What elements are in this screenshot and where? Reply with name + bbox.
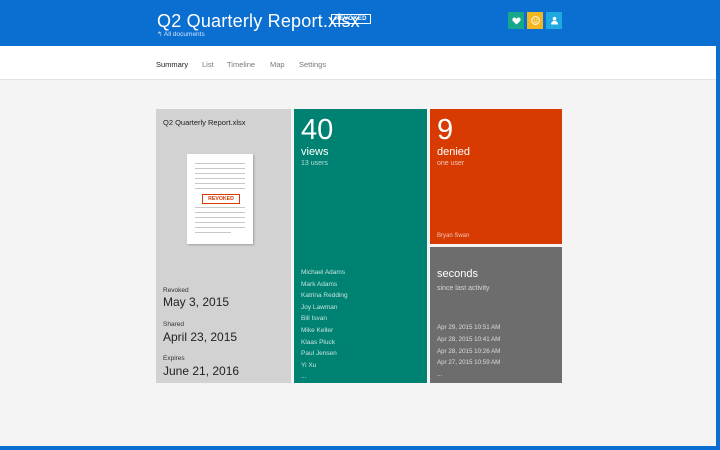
activity-list: Apr 29, 2015 10:51 AM Apr 28, 2015 10:41…: [437, 322, 500, 381]
smiley-icon: [530, 16, 540, 25]
document-title: Q2 Quarterly Report.xlsx: [157, 11, 360, 31]
list-item[interactable]: Apr 27, 2015 10:59 AM: [437, 357, 500, 369]
list-item[interactable]: Paul Jensen: [301, 348, 348, 360]
list-more[interactable]: ...: [437, 369, 500, 381]
denied-label: denied: [437, 146, 471, 158]
list-item[interactable]: Mark Adams: [301, 279, 348, 291]
heart-button[interactable]: [508, 12, 524, 29]
back-arrow-icon: ↰: [157, 31, 164, 38]
views-count: 40: [301, 114, 334, 146]
shared-label: Shared: [163, 321, 184, 328]
window-edge: [716, 46, 720, 446]
person-icon: [550, 16, 558, 25]
list-item[interactable]: Klaas Pluck: [301, 337, 348, 349]
seconds-label: seconds: [437, 268, 478, 280]
denied-tile[interactable]: 9 denied one user Bryan Swan: [430, 109, 562, 244]
expires-label: Expires: [163, 355, 185, 362]
expires-date: June 21, 2016: [163, 364, 240, 378]
denied-user-name[interactable]: Bryan Swan: [437, 233, 469, 239]
tab-map[interactable]: Map: [270, 60, 285, 69]
app-header: Q2 Quarterly Report.xlsx REVOKED ↰ All d…: [0, 0, 720, 46]
tab-settings[interactable]: Settings: [299, 60, 326, 69]
list-item[interactable]: Bill Isvan: [301, 313, 348, 325]
revoked-stamp: REVOKED: [202, 194, 240, 204]
breadcrumb-label: All documents: [163, 31, 205, 38]
revoked-label: Revoked: [163, 287, 189, 294]
views-label: views: [301, 146, 329, 158]
breadcrumb[interactable]: ↰ All documents: [157, 30, 205, 38]
list-item[interactable]: Yi Xu: [301, 360, 348, 372]
document-tile[interactable]: Q2 Quarterly Report.xlsx REVOKED Revoked…: [156, 109, 291, 383]
list-item[interactable]: Michael Adams: [301, 267, 348, 279]
list-item[interactable]: Apr 28, 2015 10:26 AM: [437, 346, 500, 358]
revoked-date: May 3, 2015: [163, 295, 230, 309]
bottom-bar: [0, 446, 720, 450]
tab-timeline[interactable]: Timeline: [227, 60, 255, 69]
seconds-sub: since last activity: [437, 285, 490, 292]
denied-users-count: one user: [437, 160, 465, 167]
tab-summary[interactable]: Summary: [156, 60, 188, 69]
tab-bar: Summary List Timeline Map Settings: [0, 46, 720, 80]
person-button[interactable]: [546, 12, 562, 29]
list-more[interactable]: ...: [301, 371, 348, 383]
document-name: Q2 Quarterly Report.xlsx: [163, 118, 246, 127]
list-item[interactable]: Joy Lawman: [301, 302, 348, 314]
tab-list[interactable]: List: [202, 60, 214, 69]
views-users-count: 13 users: [301, 160, 328, 167]
smiley-button[interactable]: [527, 12, 543, 29]
heart-icon: [511, 17, 521, 25]
list-item[interactable]: Katrina Redding: [301, 290, 348, 302]
document-thumbnail: REVOKED: [187, 154, 253, 244]
list-item[interactable]: Apr 29, 2015 10:51 AM: [437, 322, 500, 334]
shared-date: April 23, 2015: [163, 330, 238, 344]
viewer-list: Michael Adams Mark Adams Katrina Redding…: [301, 267, 348, 383]
revoked-badge: REVOKED: [331, 14, 371, 24]
views-tile[interactable]: 40 views 13 users Michael Adams Mark Ada…: [294, 109, 427, 383]
list-item[interactable]: Apr 28, 2015 10:41 AM: [437, 334, 500, 346]
denied-count: 9: [437, 114, 454, 146]
last-activity-tile[interactable]: seconds since last activity Apr 29, 2015…: [430, 247, 562, 383]
list-item[interactable]: Mike Keller: [301, 325, 348, 337]
